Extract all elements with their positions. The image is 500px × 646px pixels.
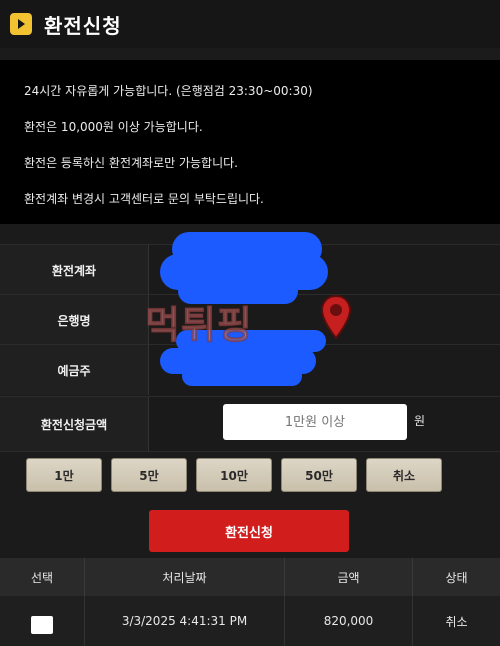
map-pin-icon bbox=[320, 294, 352, 340]
holder-label: 예금주 bbox=[0, 345, 149, 395]
notice-line-hours: 24시간 자유롭게 가능합니다. (은행점검 23:30~00:30) bbox=[24, 84, 313, 98]
quick-100k-button[interactable]: 10만 bbox=[196, 458, 272, 492]
notice-box: 24시간 자유롭게 가능합니다. (은행점검 23:30~00:30) 환전은 … bbox=[0, 60, 500, 224]
row-status: 취소 bbox=[445, 614, 468, 629]
app-header: 환전신청 bbox=[0, 0, 500, 48]
withdraw-submit-button[interactable]: 환전신청 bbox=[149, 510, 349, 552]
col-header-date: 처리날짜 bbox=[85, 558, 285, 596]
row-checkbox[interactable] bbox=[31, 616, 53, 634]
amount-input[interactable] bbox=[223, 404, 407, 440]
col-header-status: 상태 bbox=[413, 558, 500, 596]
notice-line-minimum: 환전은 10,000원 이상 가능합니다. bbox=[24, 120, 203, 134]
history-table: 선택 처리날짜 금액 상태 3/3/2025 4:41:31 PM 820,00… bbox=[0, 558, 500, 646]
redaction-mark bbox=[182, 366, 302, 386]
quick-50k-button[interactable]: 5만 bbox=[111, 458, 187, 492]
col-header-select: 선택 bbox=[0, 558, 85, 596]
row-amount: 820,000 bbox=[285, 596, 413, 646]
account-label: 환전계좌 bbox=[0, 245, 149, 295]
page-title: 환전신청 bbox=[44, 13, 122, 38]
row-date: 3/3/2025 4:41:31 PM bbox=[85, 596, 285, 646]
col-header-amount: 금액 bbox=[285, 558, 413, 596]
play-icon bbox=[10, 13, 32, 35]
row-select-cell bbox=[0, 596, 85, 646]
quick-reset-button[interactable]: 취소 bbox=[366, 458, 442, 492]
notice-line-change-account: 환전계좌 변경시 고객센터로 문의 부탁드립니다. bbox=[24, 192, 264, 206]
notice-line-registered-account: 환전은 등록하신 환전계좌로만 가능합니다. bbox=[24, 156, 238, 170]
quick-500k-button[interactable]: 50만 bbox=[281, 458, 357, 492]
watermark-text: 먹튀핑 bbox=[145, 303, 253, 348]
amount-unit: 원 bbox=[414, 414, 426, 428]
bank-label: 은행명 bbox=[0, 295, 149, 345]
quick-10k-button[interactable]: 1만 bbox=[26, 458, 102, 492]
amount-label: 환전신청금액 bbox=[0, 397, 149, 451]
